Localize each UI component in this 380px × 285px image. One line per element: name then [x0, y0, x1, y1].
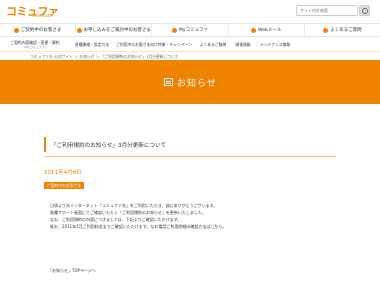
- article-title: 「ご利用規約のお知らせ」3月分更新について: [44, 137, 336, 152]
- orange-dot-icon: [76, 27, 82, 33]
- nav-current-customers[interactable]: ご契約中のお客さま: [0, 24, 77, 36]
- orange-dot-icon: [13, 27, 19, 33]
- site-logo-sub: commufa: [33, 13, 52, 18]
- site-header: コミュファ commufa: [0, 0, 380, 22]
- article-paragraph: なお、ご利用規約の内容につきましては、下記よりご確認いただけます。: [50, 217, 182, 222]
- subnav-label: 障害情報: [235, 41, 251, 47]
- subnav-outage[interactable]: 障害情報: [232, 38, 254, 51]
- nav-label: Myコミュファ: [178, 28, 209, 33]
- notice-icon: [164, 78, 173, 86]
- nav-label: よくあるご質問: [330, 28, 362, 33]
- orange-dot-icon: [323, 27, 329, 33]
- orange-dot-icon: [171, 27, 177, 33]
- orange-dot-icon: [251, 27, 257, 33]
- category-badge: ご契約中のお客さま: [44, 182, 84, 189]
- article-date: 2011年4月8日: [44, 170, 82, 176]
- subnav-label: ご利用中のお客さま向け特典・キャンペーン: [116, 41, 192, 47]
- subnav-settings[interactable]: 各種連絡・設定方法: [70, 38, 114, 51]
- nav-webmail[interactable]: Webメール: [229, 24, 305, 36]
- nav-faq[interactable]: よくあるご質問: [305, 24, 380, 36]
- subnav-label: メンテナンス情報: [259, 41, 291, 47]
- page-title: お知らせ: [177, 79, 217, 89]
- article-paragraph: 既お、2011年1月ご利用料金までご確認いただけます。なお電話ご利用明細の確認方…: [50, 224, 227, 229]
- nav-my-commufa[interactable]: Myコミュファ: [152, 24, 229, 36]
- nav-label: ご契約中のお客さま: [20, 28, 62, 33]
- article-paragraph: 各種サポート画面にてご確認いただく「ご利用規約のお知らせ」を更新いたしました。: [50, 210, 206, 215]
- divider: [44, 156, 336, 157]
- subnav-contract[interactable]: ご契約内容確認・変更・解約 (Myコミュファ): [0, 38, 70, 51]
- subnav-label: よくあるご質問: [199, 41, 227, 47]
- search-input[interactable]: [296, 5, 358, 16]
- nav-new-customers[interactable]: お申し込みをご検討中のお客さま: [76, 24, 153, 36]
- sub-nav: ご契約内容確認・変更・解約 (Myコミュファ) 各種連絡・設定方法 ご利用中のお…: [0, 38, 380, 52]
- page: コミュファ commufa ご契約中のお客さま お申し込みをご検討中のお客さま …: [0, 0, 380, 285]
- subnav-faq[interactable]: よくあるご質問: [194, 38, 232, 51]
- subnav-label: 各種連絡・設定方法: [74, 41, 110, 47]
- nav-label: Webメール: [258, 28, 282, 33]
- subnav-maintenance[interactable]: メンテナンス情報: [254, 38, 296, 51]
- subnav-campaign[interactable]: ご利用中のお客さま向け特典・キャンペーン: [114, 38, 194, 51]
- search-icon[interactable]: [359, 5, 370, 16]
- article-paragraph: 日頃より光インターネット「コミュファ光」をご利用いただき、誠にありがとうございま…: [50, 203, 218, 208]
- subnav-sublabel: (Myコミュファ): [24, 44, 46, 49]
- main-nav: ご契約中のお客さま お申し込みをご検討中のお客さま Myコミュファ Webメール…: [0, 23, 380, 37]
- news-top-link[interactable]: 「お知らせ」TOPページへ: [48, 268, 96, 274]
- nav-label: お申し込みをご検討中のお客さま: [83, 28, 152, 33]
